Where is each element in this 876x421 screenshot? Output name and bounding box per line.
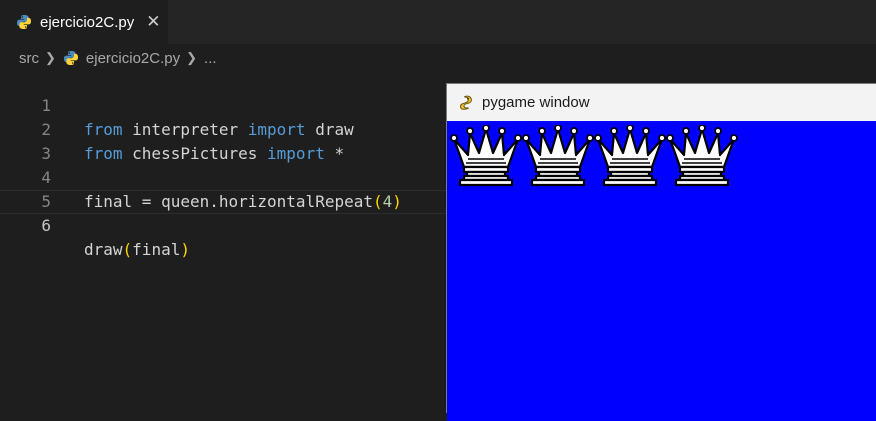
pygame-window[interactable]: pygame window [446,83,876,421]
pygame-title-bar[interactable]: pygame window [447,84,876,121]
queen-icon [666,125,738,189]
python-file-icon [63,50,79,66]
python-file-icon [16,14,32,30]
close-tab-icon[interactable]: ✕ [146,12,160,32]
tab-filename: ejercicio2C.py [40,13,135,31]
chevron-right-icon: ❯ [45,50,56,65]
queen-row [450,125,738,189]
bracket-token: ) [180,240,190,259]
queen-icon [450,125,522,189]
breadcrumb: src ❯ ejercicio2C.py ❯ ... [0,44,876,72]
pygame-window-title: pygame window [482,94,590,111]
queen-icon [522,125,594,189]
argument-token: final [132,240,181,259]
function-token: draw [84,240,123,259]
chevron-right-icon: ❯ [186,50,198,65]
breadcrumb-symbols[interactable]: ... [204,50,217,67]
editor-tab-bar: ejercicio2C.py ✕ [0,0,876,44]
breadcrumb-file[interactable]: ejercicio2C.py [86,50,180,67]
pygame-snake-icon [460,95,472,110]
breadcrumb-folder[interactable]: src [19,50,39,67]
line-number: 6 [41,216,51,235]
bracket-token: ( [122,240,133,259]
editor-tab[interactable]: ejercicio2C.py ✕ [0,0,168,44]
pygame-canvas[interactable] [447,121,876,421]
queen-icon [594,125,666,189]
